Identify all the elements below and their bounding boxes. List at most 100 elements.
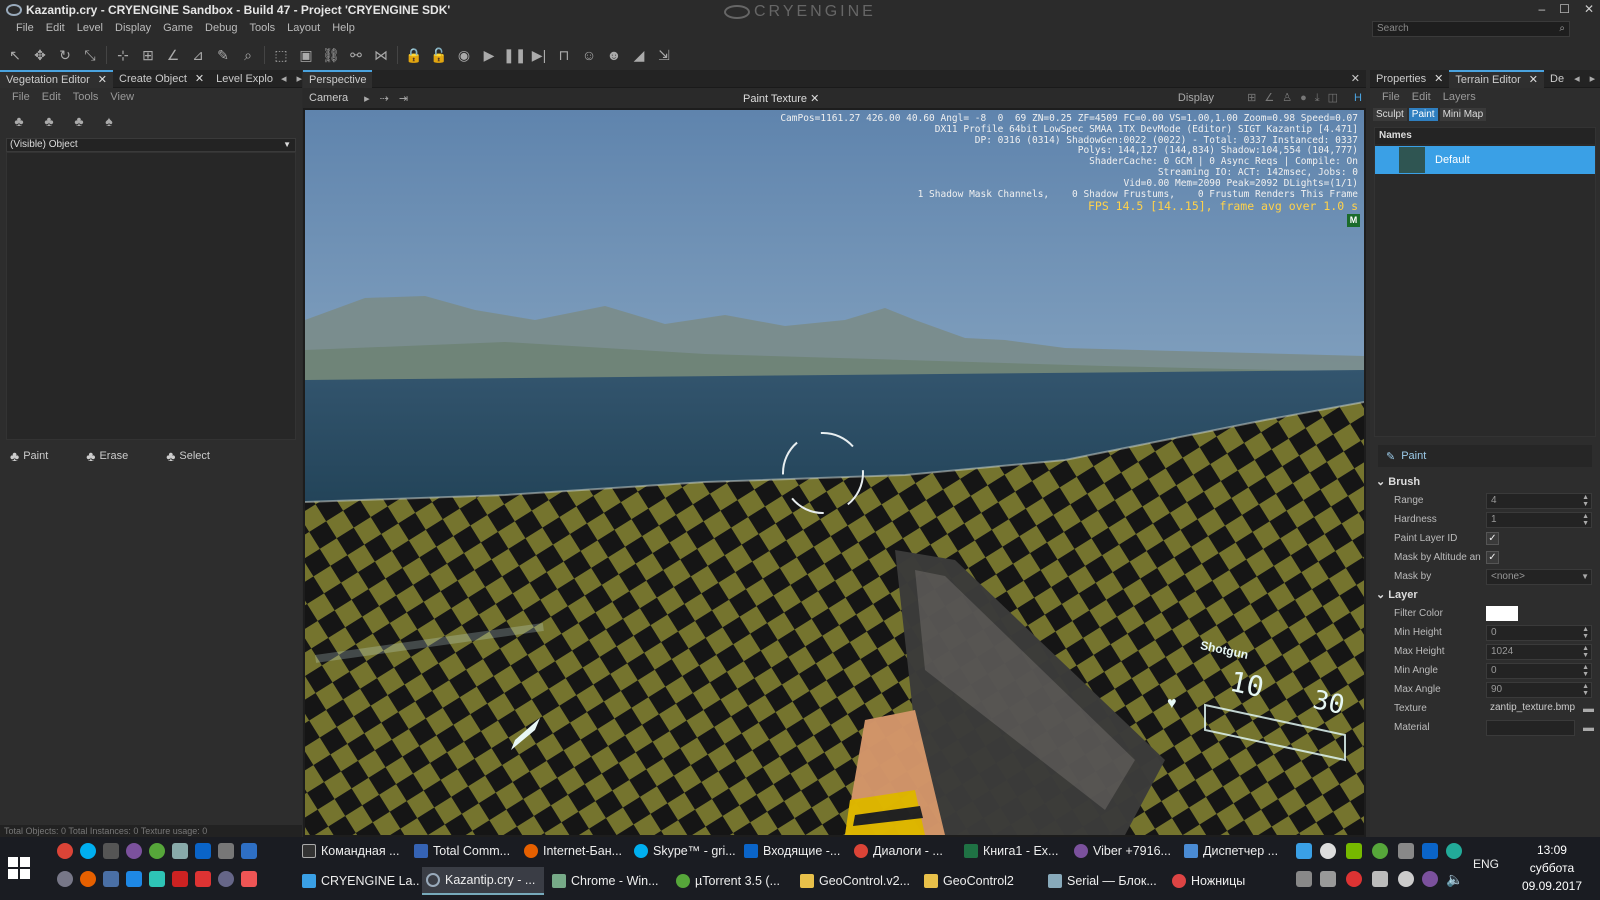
volume-icon[interactable]: 🔈: [1446, 871, 1463, 888]
select-all-icon[interactable]: ▣: [295, 44, 317, 66]
step-icon[interactable]: ▶|: [528, 44, 550, 66]
tab-scroll-right-icon[interactable]: ▸: [1590, 72, 1596, 85]
camera-menu[interactable]: Camera: [309, 92, 348, 104]
layer-section[interactable]: ⌄ Layer: [1370, 586, 1600, 604]
spinner-icon[interactable]: ▲ ▼: [1582, 645, 1589, 659]
help-icon[interactable]: H: [1354, 92, 1362, 104]
min-angle-field[interactable]: 0 ▲ ▼: [1486, 662, 1592, 679]
paint-tool-button[interactable]: ✎ Paint: [1378, 445, 1592, 467]
taskbar-item-utorrent[interactable]: µTorrent 3.5 (...: [672, 867, 794, 895]
add-group-icon[interactable]: ♣: [38, 110, 60, 132]
taskbar-item-cmd[interactable]: Командная ...: [298, 837, 410, 865]
globe-icon[interactable]: [57, 871, 73, 887]
menu-file[interactable]: File: [10, 20, 40, 38]
close-icon[interactable]: ✕: [1529, 74, 1538, 86]
maximize-button[interactable]: ☐: [1559, 2, 1570, 16]
layer-item-default[interactable]: Default: [1375, 146, 1595, 174]
steam-icon[interactable]: [218, 871, 234, 887]
object-dropdown[interactable]: (Visible) Object ▼: [6, 138, 296, 152]
taskbar-item-task-manager[interactable]: Диспетчер ...: [1180, 837, 1290, 865]
taskbar-item-skype[interactable]: Skype™ - gri...: [630, 837, 740, 865]
tab-scroll-left-icon[interactable]: ◂: [1574, 72, 1580, 85]
wifi-icon[interactable]: [1398, 871, 1414, 887]
tab-sculpt[interactable]: Sculpt: [1373, 108, 1407, 121]
submenu-view[interactable]: View: [106, 91, 138, 103]
forward-icon[interactable]: ⇥: [399, 92, 408, 105]
vegetation-tree[interactable]: [6, 152, 296, 440]
save-icon[interactable]: [241, 843, 257, 859]
remote-desktop-icon[interactable]: [103, 871, 119, 887]
taskbar-item-kazantip[interactable]: Kazantip.cry - ...: [422, 867, 544, 895]
scale-icon[interactable]: ⤡: [79, 44, 101, 66]
firefox-icon[interactable]: [80, 871, 96, 887]
material-field[interactable]: [1486, 719, 1575, 736]
spinner-icon[interactable]: ▲ ▼: [1582, 664, 1589, 678]
spinner-icon[interactable]: ▲ ▼: [1582, 683, 1589, 697]
select-box-icon[interactable]: ⬚: [270, 44, 292, 66]
hardness-field[interactable]: 1 ▲ ▼: [1486, 511, 1592, 528]
tab-level-explorer[interactable]: Level Explo: [210, 70, 279, 88]
windows-start-button[interactable]: [8, 857, 30, 879]
tray-network-icon[interactable]: [1296, 843, 1312, 859]
character-icon[interactable]: ☺: [578, 44, 600, 66]
folder-icon[interactable]: ▬: [1583, 703, 1594, 715]
menu-tools[interactable]: Tools: [243, 20, 281, 38]
close-button[interactable]: ✕: [1584, 2, 1594, 16]
close-icon[interactable]: ✕: [810, 93, 819, 105]
ai-icon[interactable]: ☻: [603, 44, 625, 66]
submenu-file[interactable]: File: [1378, 91, 1404, 103]
menu-edit[interactable]: Edit: [40, 20, 71, 38]
taskbar-item-geocontrol2[interactable]: GeoControl2: [920, 867, 1042, 895]
taskbar-item-outlook[interactable]: Входящие -...: [740, 837, 850, 865]
select-icon[interactable]: ↖: [4, 44, 26, 66]
viber-icon[interactable]: [126, 843, 142, 859]
tray-device-icon[interactable]: [1398, 843, 1414, 859]
search-input[interactable]: Search ⌕: [1372, 21, 1570, 37]
submenu-tools[interactable]: Tools: [69, 91, 103, 103]
select-mode-button[interactable]: ♣ Select: [166, 448, 210, 464]
close-icon[interactable]: ✕: [98, 74, 107, 86]
calculator-icon[interactable]: [103, 843, 119, 859]
menu-layout[interactable]: Layout: [281, 20, 326, 38]
physics-icon[interactable]: ⊓: [553, 44, 575, 66]
export-icon[interactable]: ⇲: [653, 44, 675, 66]
camera-icon[interactable]: ◉: [453, 44, 475, 66]
chrome-icon[interactable]: [57, 843, 73, 859]
monitor-icon[interactable]: [126, 871, 142, 887]
utorrent-icon[interactable]: [149, 843, 165, 859]
tray-app-icon[interactable]: [1446, 843, 1462, 859]
taskbar-item-chrome[interactable]: Chrome - Win...: [548, 867, 670, 895]
viewport-tool-icons[interactable]: ⊞∠♙●⤓◫: [1247, 91, 1346, 105]
tab-paint[interactable]: Paint: [1408, 108, 1438, 121]
tree-icon[interactable]: ♠: [98, 110, 120, 132]
close-icon[interactable]: ✕: [1351, 72, 1360, 85]
close-icon[interactable]: ✕: [195, 73, 204, 85]
min-height-field[interactable]: 0 ▲ ▼: [1486, 624, 1592, 641]
unlock-icon[interactable]: 🔓: [428, 44, 450, 66]
notepad-icon[interactable]: [172, 843, 188, 859]
tray-record-icon[interactable]: [1346, 871, 1362, 887]
search-icon[interactable]: ⌕: [1559, 22, 1565, 36]
language-indicator[interactable]: ENG: [1473, 857, 1499, 871]
taskbar-item-internet-bank[interactable]: Internet-Бан...: [520, 837, 630, 865]
tab-scroll-right-icon[interactable]: ▸: [297, 72, 303, 85]
pdf-icon[interactable]: [195, 871, 211, 887]
mask-altitude-checkbox[interactable]: ✓: [1486, 551, 1499, 564]
tray-monitor-icon[interactable]: [1296, 871, 1312, 887]
taskbar-item-dialogs[interactable]: Диалоги - ...: [850, 837, 960, 865]
erase-mode-button[interactable]: ♣ Erase: [86, 448, 128, 464]
submenu-edit[interactable]: Edit: [1408, 91, 1435, 103]
taskbar-item-viber[interactable]: Viber +7916...: [1070, 837, 1180, 865]
tab-properties[interactable]: Properties ✕: [1370, 70, 1449, 88]
nvidia-icon[interactable]: [1346, 843, 1362, 859]
unlink-icon[interactable]: ⚯: [345, 44, 367, 66]
align-icon[interactable]: ⋈: [370, 44, 392, 66]
terrain-icon[interactable]: ◢: [628, 44, 650, 66]
menu-game[interactable]: Game: [157, 20, 199, 38]
pause-icon[interactable]: ❚❚: [503, 44, 526, 66]
spinner-icon[interactable]: ▲ ▼: [1582, 494, 1589, 508]
submenu-layers[interactable]: Layers: [1439, 91, 1480, 103]
snap-icon[interactable]: ⊹: [112, 44, 134, 66]
submenu-file[interactable]: File: [8, 91, 34, 103]
spinner-icon[interactable]: ▲ ▼: [1582, 513, 1589, 527]
